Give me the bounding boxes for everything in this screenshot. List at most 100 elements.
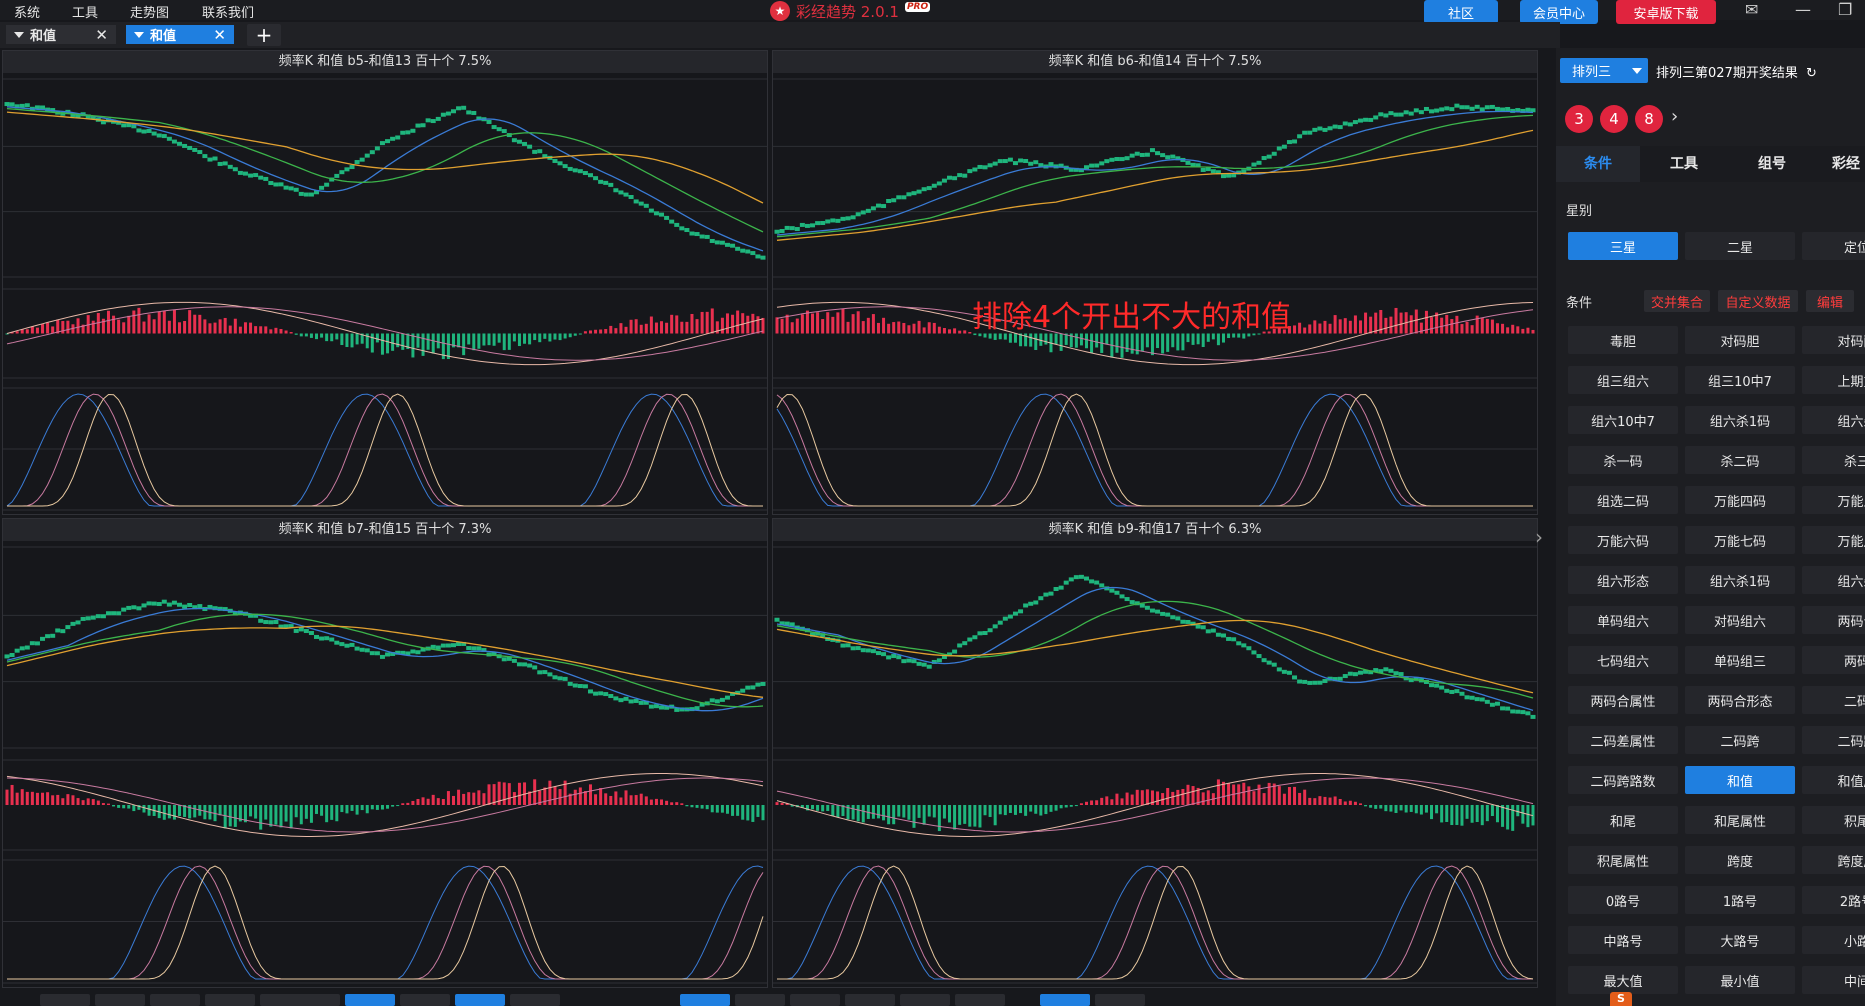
condition-button[interactable]: 组六杀1码 — [1685, 566, 1795, 594]
tab-tools[interactable]: 工具 — [1640, 146, 1728, 182]
union-intersection-chip[interactable]: 交并集合 — [1644, 290, 1710, 312]
condition-button[interactable]: 跨度属 — [1802, 846, 1865, 874]
menu-system[interactable]: 系统 — [14, 2, 40, 21]
condition-button[interactable]: 二码跨路数 — [1568, 766, 1678, 794]
condition-button[interactable]: 最小值 — [1685, 966, 1795, 994]
toolbar-segment[interactable] — [455, 994, 505, 1006]
toolbar-segment[interactable] — [95, 994, 145, 1006]
condition-button[interactable]: 七码组六 — [1568, 646, 1678, 674]
toolbar-segment[interactable] — [345, 994, 395, 1006]
condition-button[interactable]: 2路号 — [1802, 886, 1865, 914]
lottery-select[interactable]: 排列三 — [1560, 58, 1648, 83]
condition-button[interactable]: 组三10中7 — [1685, 366, 1795, 394]
chart-panel-b9[interactable]: 频率K 和值 b9-和值17 百十个 6.3% — [772, 518, 1538, 988]
condition-button[interactable]: 和值属 — [1802, 766, 1865, 794]
star-three-button[interactable]: 三星 — [1568, 232, 1678, 260]
condition-button[interactable]: 二码跨 — [1685, 726, 1795, 754]
condition-button[interactable]: 两码 — [1802, 646, 1865, 674]
condition-button[interactable]: 和尾 — [1568, 806, 1678, 834]
frequency-k-chart[interactable] — [3, 541, 768, 988]
condition-button[interactable]: 0路号 — [1568, 886, 1678, 914]
condition-button[interactable]: 对码配 — [1802, 326, 1865, 354]
star-position-button[interactable]: 定位 — [1802, 232, 1865, 260]
toolbar-segment[interactable] — [680, 994, 730, 1006]
refresh-icon[interactable]: ↻ — [1806, 66, 1817, 81]
condition-button[interactable]: 两码合 — [1802, 606, 1865, 634]
close-icon[interactable]: ✕ — [213, 26, 226, 44]
condition-button[interactable]: 对码组六 — [1685, 606, 1795, 634]
condition-button[interactable]: 和尾属性 — [1685, 806, 1795, 834]
toolbar-segment[interactable] — [1040, 994, 1090, 1006]
condition-button[interactable]: 万能七码 — [1685, 526, 1795, 554]
toolbar-segment[interactable] — [790, 994, 840, 1006]
condition-button[interactable]: 中路号 — [1568, 926, 1678, 954]
condition-button[interactable]: 两码合形态 — [1685, 686, 1795, 714]
condition-button[interactable]: 杀一码 — [1568, 446, 1678, 474]
condition-button[interactable]: 组六10中7 — [1568, 406, 1678, 434]
toolbar-segment[interactable] — [1095, 994, 1145, 1006]
condition-button[interactable]: 最大值 — [1568, 966, 1678, 994]
tab-sum-2[interactable]: 和值 ✕ — [126, 25, 234, 44]
condition-button[interactable]: 组六杀 — [1802, 406, 1865, 434]
custom-data-chip[interactable]: 自定义数据 — [1718, 290, 1798, 312]
condition-button[interactable]: 积尾属性 — [1568, 846, 1678, 874]
close-icon[interactable]: ✕ — [95, 26, 108, 44]
condition-button[interactable]: 积尾 — [1802, 806, 1865, 834]
condition-button[interactable]: 单码组六 — [1568, 606, 1678, 634]
condition-button[interactable]: 万能五 — [1802, 486, 1865, 514]
condition-button[interactable]: 组三组六 — [1568, 366, 1678, 394]
condition-button[interactable]: 组六形态 — [1568, 566, 1678, 594]
mail-icon[interactable]: ✉ — [1745, 0, 1758, 19]
condition-button[interactable]: 组选二码 — [1568, 486, 1678, 514]
chart-panel-b5[interactable]: 频率K 和值 b5-和值13 百十个 7.5% — [2, 50, 768, 515]
condition-button[interactable]: 万能四码 — [1685, 486, 1795, 514]
chart-panel-b6[interactable]: 频率K 和值 b6-和值14 百十个 7.5% — [772, 50, 1538, 515]
condition-button[interactable]: 杀三 — [1802, 446, 1865, 474]
condition-button[interactable]: 组六杀1码 — [1685, 406, 1795, 434]
toolbar-segment[interactable] — [205, 994, 255, 1006]
condition-button[interactable]: 二码跨 — [1802, 726, 1865, 754]
condition-button[interactable]: 毒胆 — [1568, 326, 1678, 354]
condition-button[interactable]: 和值 — [1685, 766, 1795, 794]
condition-button[interactable]: 对码胆 — [1685, 326, 1795, 354]
chevron-right-icon[interactable]: › — [1535, 525, 1543, 549]
condition-button[interactable]: 小路 — [1802, 926, 1865, 954]
frequency-k-chart[interactable] — [773, 541, 1538, 988]
frequency-k-chart[interactable] — [3, 73, 768, 515]
condition-button[interactable]: 二码 — [1802, 686, 1865, 714]
toolbar-segment[interactable] — [900, 994, 950, 1006]
condition-button[interactable]: 大路号 — [1685, 926, 1795, 954]
condition-button[interactable]: 二码差属性 — [1568, 726, 1678, 754]
tab-caijing[interactable]: 彩经 — [1816, 146, 1865, 182]
chevron-right-icon[interactable]: › — [1671, 106, 1678, 127]
restore-icon[interactable]: ❐ — [1838, 0, 1852, 19]
minimize-icon[interactable]: — — [1795, 0, 1811, 19]
toolbar-segment[interactable] — [735, 994, 785, 1006]
tab-group-numbers[interactable]: 组号 — [1728, 146, 1816, 182]
condition-button[interactable]: 万能八 — [1802, 526, 1865, 554]
toolbar-segment[interactable] — [260, 994, 340, 1006]
condition-button[interactable]: 两码合属性 — [1568, 686, 1678, 714]
chart-panel-b7[interactable]: 频率K 和值 b7-和值15 百十个 7.3% — [2, 518, 768, 988]
toolbar-segment[interactable] — [40, 994, 90, 1006]
condition-button[interactable]: 中间 — [1802, 966, 1865, 994]
toolbar-segment[interactable] — [955, 994, 1005, 1006]
condition-button[interactable]: 单码组三 — [1685, 646, 1795, 674]
condition-button[interactable]: 组六杀 — [1802, 566, 1865, 594]
toolbar-segment[interactable] — [150, 994, 200, 1006]
edit-chip[interactable]: 编辑 — [1806, 290, 1854, 312]
add-tab-button[interactable]: + — [247, 23, 281, 47]
tab-conditions[interactable]: 条件 — [1556, 146, 1640, 182]
toolbar-segment[interactable] — [845, 994, 895, 1006]
menu-trend-chart[interactable]: 走势图 — [130, 2, 169, 21]
community-button[interactable]: 社区 — [1424, 0, 1498, 24]
condition-button[interactable]: 上期重 — [1802, 366, 1865, 394]
android-download-button[interactable]: 安卓版下载 — [1616, 0, 1716, 24]
condition-button[interactable]: 万能六码 — [1568, 526, 1678, 554]
toolbar-segment[interactable] — [510, 994, 560, 1006]
condition-button[interactable]: 跨度 — [1685, 846, 1795, 874]
toolbar-segment[interactable] — [400, 994, 450, 1006]
condition-button[interactable]: 杀二码 — [1685, 446, 1795, 474]
menu-contact[interactable]: 联系我们 — [202, 2, 254, 21]
member-center-button[interactable]: 会员中心 — [1520, 0, 1598, 24]
